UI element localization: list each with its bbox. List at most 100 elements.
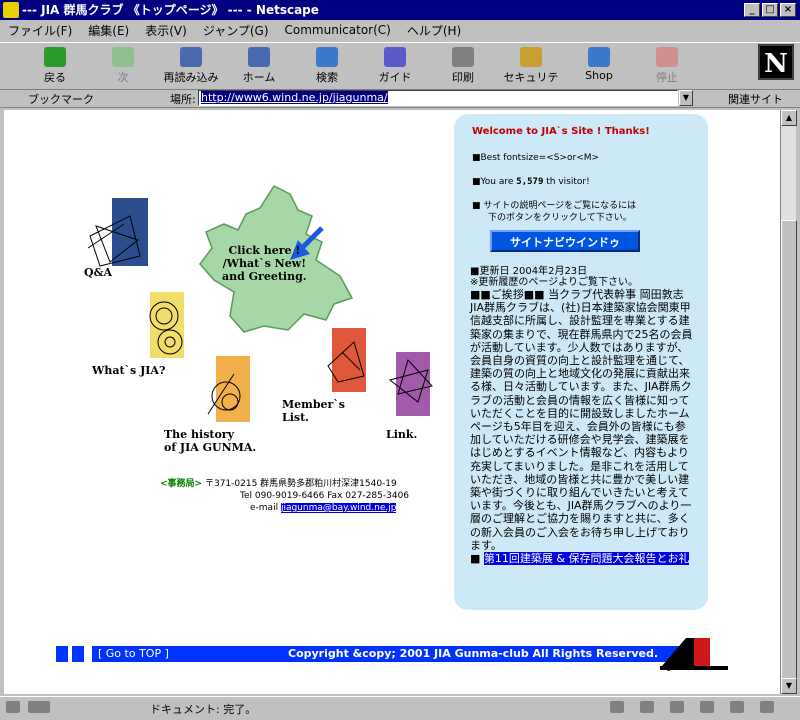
reload-icon <box>180 47 202 67</box>
update-date: ■更新日 2004年2月23日 <box>470 266 588 277</box>
status-message: ドキュメント: 完了。 <box>150 703 257 716</box>
map-text-2: /What`s New! <box>222 257 307 270</box>
link-stamp-image[interactable] <box>388 350 438 420</box>
forward-button[interactable]: 次 <box>92 47 154 87</box>
component-icon-2[interactable] <box>640 701 654 713</box>
forward-arrow-icon <box>112 47 134 67</box>
visitor-suffix: th visitor! <box>543 177 590 187</box>
back-button[interactable]: 戻る <box>24 47 86 87</box>
members-link-line2[interactable]: List. <box>282 411 309 424</box>
component-icon-6[interactable] <box>760 701 774 713</box>
component-icon-4[interactable] <box>700 701 714 713</box>
page-content: Q&A What`s JIA? The history of JIA GUNMA… <box>4 110 780 694</box>
status-bar: ドキュメント: 完了。 <box>0 696 800 718</box>
stop-label: 停止 <box>656 71 678 84</box>
netscape-app-icon <box>3 2 19 18</box>
menu-go[interactable]: ジャンプ(G) <box>201 22 271 39</box>
shop-label: Shop <box>585 69 613 82</box>
link-link[interactable]: Link. <box>386 428 417 441</box>
site-navi-button[interactable]: サイトナビウインドゥ <box>490 230 640 252</box>
copyright-text: Copyright &copy; 2001 JIA Gunma-club All… <box>288 647 659 660</box>
menu-edit[interactable]: 編集(E) <box>86 22 131 39</box>
back-label: 戻る <box>44 71 66 84</box>
map-text-1: Click here ! <box>228 244 301 257</box>
netscape-logo[interactable]: N <box>758 44 794 80</box>
greeting-body: ■更新日 2004年2月23日 ※更新履歴のページよりご覧下さい。 ■■ご挨拶■… <box>470 266 696 566</box>
whats-jia-link[interactable]: What`s JIA? <box>92 364 165 377</box>
update-note[interactable]: ※更新履歴のページよりご覧下さい。 <box>470 277 696 288</box>
navigation-toolbar: 戻る 次 再読み込み ホーム 検索 ガイド 印刷 セキュリティ <box>0 42 800 100</box>
title-bar: --- JIA 群馬クラブ 《トップページ》 --- - Netscape _ … <box>0 0 800 20</box>
office-tel: Tel 090-9019-6466 Fax 027-285-3406 <box>240 491 410 501</box>
welcome-text: Welcome to JIA`s Site ! Thanks! <box>472 126 650 137</box>
location-bar: ブックマーク 場所: http://www6.wind.ne.jp/jiagun… <box>0 88 800 108</box>
reload-label: 再読み込み <box>163 71 219 84</box>
home-label: ホーム <box>242 71 276 84</box>
history-link-line1[interactable]: The history <box>164 428 234 441</box>
url-dropdown-icon[interactable]: ▼ <box>679 90 693 106</box>
bookmarks-button[interactable]: ブックマーク <box>28 91 94 107</box>
event-item: ■ 第11回建築展 & 保存問題大会報告とお礼 <box>470 552 690 566</box>
map-text-3: and Greeting. <box>222 270 307 283</box>
home-icon <box>248 47 270 67</box>
greeting-text: ■■ご挨拶■■ 当クラブ代表幹事 岡田敦志 JIA群馬クラブは、(社)日本建築家… <box>470 288 693 552</box>
history-link-line2[interactable]: of JIA GUNMA. <box>164 441 256 454</box>
scroll-up-icon[interactable]: ▲ <box>781 110 797 126</box>
maximize-button[interactable]: □ <box>762 3 778 17</box>
visitor-counter: ■You are 5,579 th visitor! <box>472 176 590 188</box>
close-button[interactable]: × <box>780 3 796 17</box>
scroll-down-icon[interactable]: ▼ <box>781 678 797 694</box>
minimize-button[interactable]: _ <box>744 3 760 17</box>
connection-icon <box>28 701 50 713</box>
browser-window: --- JIA 群馬クラブ 《トップページ》 --- - Netscape _ … <box>0 0 800 720</box>
office-address-line: 〒371-0215 群馬県勢多郡粕川村深津1540-19 <box>204 479 397 489</box>
related-sites-button[interactable]: 関連サイト <box>728 91 783 107</box>
email-link[interactable]: jiagunma@bay.wind.ne.jp <box>280 503 397 513</box>
home-button[interactable]: ホーム <box>228 47 290 87</box>
office-address: <事務局> 〒371-0215 群馬県勢多郡粕川村深津1540-19 Tel 0… <box>160 478 409 514</box>
guide-button[interactable]: ガイド <box>364 47 426 87</box>
shop-button[interactable]: Shop <box>568 47 630 87</box>
event-link[interactable]: 第11回建築展 & 保存問題大会報告とお礼 <box>483 552 690 566</box>
search-label: 検索 <box>316 71 338 84</box>
security-status-icon[interactable] <box>6 701 20 713</box>
jia-logo-text: JIA <box>668 662 700 672</box>
security-button[interactable]: セキュリティ <box>500 47 562 100</box>
menu-communicator[interactable]: Communicator(C) <box>283 23 393 37</box>
members-link-line1[interactable]: Member`s <box>282 398 345 411</box>
visitor-prefix: ■You are <box>472 177 517 187</box>
menu-bar: ファイル(F) 編集(E) 表示(V) ジャンプ(G) Communicator… <box>0 20 800 40</box>
print-button[interactable]: 印刷 <box>432 47 494 87</box>
map-caption[interactable]: Click here ! /What`s New! and Greeting. <box>222 244 307 283</box>
info-panel: Welcome to JIA`s Site ! Thanks! ■Best fo… <box>454 114 708 610</box>
location-label: 場所: <box>170 93 196 106</box>
url-text: http://www6.wind.ne.jp/jiagunma/ <box>201 91 388 104</box>
url-field[interactable]: http://www6.wind.ne.jp/jiagunma/ <box>198 90 678 106</box>
lock-icon <box>520 47 542 67</box>
stop-button[interactable]: 停止 <box>636 47 698 87</box>
footer-block-2 <box>72 646 84 662</box>
visitor-count: 5,579 <box>516 177 544 187</box>
vertical-scrollbar[interactable]: ▲ ▼ <box>780 110 797 694</box>
menu-view[interactable]: 表示(V) <box>143 22 189 39</box>
search-button[interactable]: 検索 <box>296 47 358 87</box>
email-label: e-mail <box>250 503 281 513</box>
explain-line-1: ■ サイトの説明ページをご覧になるには <box>472 201 637 211</box>
reload-button[interactable]: 再読み込み <box>160 47 222 87</box>
component-icon-1[interactable] <box>610 701 624 713</box>
guide-icon <box>384 47 406 67</box>
back-arrow-icon <box>44 47 66 67</box>
search-icon <box>316 47 338 67</box>
footer-bar: [ Go to TOP ] Copyright &copy; 2001 JIA … <box>56 646 680 662</box>
scroll-thumb[interactable] <box>781 220 797 680</box>
qa-link[interactable]: Q&A <box>84 266 112 279</box>
component-icon-5[interactable] <box>730 701 744 713</box>
menu-file[interactable]: ファイル(F) <box>6 22 74 39</box>
print-label: 印刷 <box>452 71 474 84</box>
shop-icon <box>588 47 610 67</box>
menu-help[interactable]: ヘルプ(H) <box>405 22 463 39</box>
history-stamp-image[interactable] <box>204 354 264 434</box>
qa-stamp-image[interactable] <box>80 196 160 276</box>
go-to-top-link[interactable]: [ Go to TOP ] <box>98 647 169 660</box>
component-icon-3[interactable] <box>670 701 684 713</box>
